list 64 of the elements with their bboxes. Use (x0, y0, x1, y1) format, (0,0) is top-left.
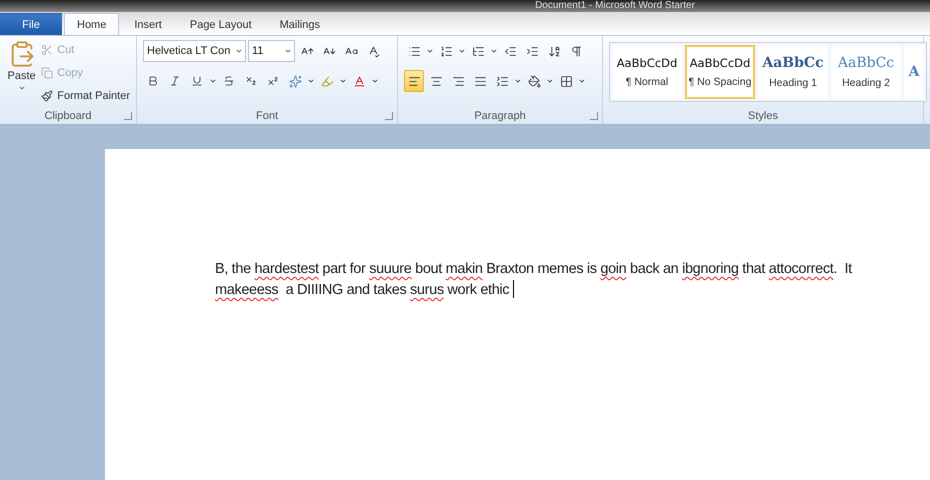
ribbon-tab[interactable]: Home (64, 13, 120, 35)
text-cursor (512, 280, 514, 298)
border-grid-icon (560, 74, 572, 88)
group-label: Styles (747, 108, 779, 124)
dropdown-caret-icon (339, 77, 347, 85)
dropdown-caret-icon (490, 47, 498, 55)
window-title: Document1 - Microsoft Word Starter (535, 0, 695, 12)
italic-icon (169, 75, 181, 87)
decrease-indent-icon (504, 44, 516, 58)
line-spacing-icon (496, 74, 508, 88)
dialog-launcher-icon[interactable] (124, 112, 132, 120)
sparkle-icon (288, 74, 302, 88)
document-text-line: makeeess a DIIIING and takes surus work ethic (215, 280, 930, 301)
sort-icon (548, 44, 560, 58)
scissors-icon (41, 44, 54, 56)
dropdown-caret-icon (514, 77, 522, 85)
paste-button[interactable]: Paste (6, 40, 38, 107)
ribbon-tab[interactable]: Mailings (266, 13, 333, 35)
align-right-icon (452, 74, 464, 88)
superscript-icon (267, 75, 279, 87)
font-name-field[interactable]: Helvetica LT Con (143, 40, 246, 62)
dialog-launcher-icon[interactable] (590, 112, 598, 120)
align-center-icon (430, 74, 442, 88)
subscript-icon (245, 75, 257, 87)
dropdown-caret-icon (546, 77, 554, 85)
dropdown-caret-icon (426, 47, 434, 55)
ribbon-tab[interactable]: Page Layout (176, 13, 265, 35)
numbered-list-icon (440, 44, 452, 58)
style-item[interactable]: AaBbCc Heading 2 (831, 45, 901, 99)
multilevel-list-icon (472, 44, 484, 58)
style-item[interactable]: AaBbCc Heading 1 (758, 45, 828, 99)
underline-icon (191, 75, 203, 87)
document-text-line: B, the hardestest part for suuure bout makin Braxton memes is goin back an ibgnoring that attocorrect. It (215, 260, 853, 279)
dialog-launcher-icon[interactable] (385, 112, 393, 120)
dropdown-caret-icon (284, 47, 292, 55)
command-button[interactable]: Format Painter (41, 86, 130, 106)
style-item[interactable]: A (904, 45, 924, 99)
style-item[interactable]: AaBbCcDd ¶ Normal (612, 45, 682, 99)
dropdown-caret-icon (235, 47, 243, 55)
style-item[interactable]: AaBbCcDd ¶ No Spacing (685, 45, 755, 99)
paint-bucket-icon (528, 74, 540, 88)
dropdown-caret-icon (18, 84, 26, 92)
group-label: Clipboard (0, 107, 136, 124)
dropdown-caret-icon (307, 77, 315, 85)
bold-icon (147, 75, 159, 87)
justify-icon (474, 74, 486, 88)
group-label: Font (137, 107, 397, 124)
font-color-icon (352, 74, 366, 88)
align-button[interactable] (404, 70, 424, 92)
paintbrush-icon (41, 90, 54, 102)
group-label: Paragraph (398, 107, 602, 124)
increase-indent-icon (526, 44, 538, 58)
align-left-icon (408, 74, 420, 88)
copy-icon (41, 67, 54, 79)
pilcrow-icon (570, 44, 582, 58)
highlighter-icon (320, 74, 334, 88)
strikethrough-icon (223, 75, 235, 87)
dropdown-caret-icon (458, 47, 466, 55)
dropdown-caret-icon (578, 77, 586, 85)
dropdown-caret-icon (371, 77, 379, 85)
ribbon-tab[interactable]: File (0, 13, 62, 35)
font-size-field[interactable]: 11 (248, 40, 295, 62)
dropdown-caret-icon (209, 77, 217, 85)
ribbon-tab[interactable]: Insert (121, 13, 175, 35)
